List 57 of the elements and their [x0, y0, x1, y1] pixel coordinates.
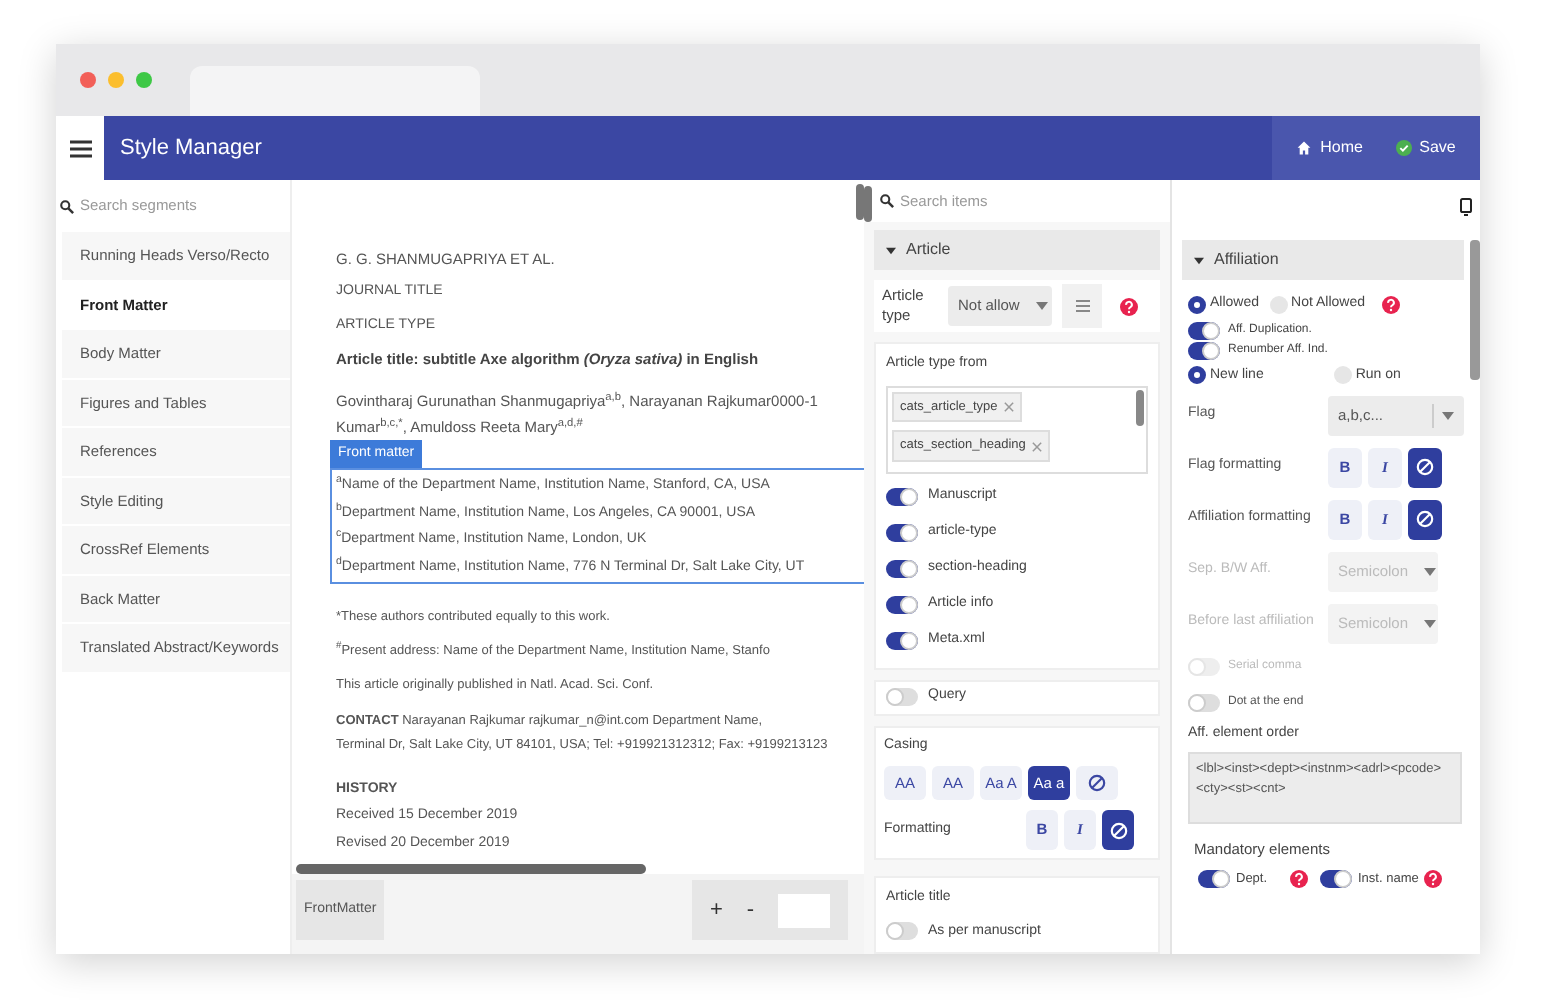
list-button[interactable] [1062, 284, 1102, 328]
radio-button[interactable] [1188, 366, 1206, 385]
no-format-icon [1109, 821, 1127, 839]
check-circle-icon [1395, 140, 1412, 156]
scrollbar[interactable] [864, 186, 872, 222]
zoom-out-button[interactable]: - [746, 893, 755, 927]
toggle-switch[interactable] [886, 632, 918, 650]
help-icon [1424, 870, 1443, 889]
scrollbar[interactable] [856, 184, 864, 220]
scrollbar[interactable] [296, 864, 646, 874]
radio-button[interactable] [1333, 366, 1352, 385]
search-icon [60, 199, 74, 213]
caret-icon [1424, 567, 1437, 575]
app-title: Style Manager [120, 133, 262, 164]
radio-button[interactable] [1188, 295, 1206, 314]
list-icon [1075, 300, 1089, 312]
toggle-switch[interactable] [1188, 694, 1220, 712]
no-format-button[interactable] [1408, 499, 1442, 539]
toggle-switch[interactable] [1188, 321, 1220, 339]
toggle-switch[interactable] [1320, 870, 1352, 889]
caret-icon [1442, 411, 1454, 419]
caret-icon [1424, 619, 1437, 627]
toggle-switch[interactable] [1188, 341, 1220, 359]
scrollbar[interactable] [1470, 240, 1480, 380]
help-icon [1290, 870, 1308, 889]
no-format-icon [1416, 510, 1434, 528]
no-format-icon [1416, 458, 1434, 476]
caret-icon [1035, 302, 1048, 310]
help-icon [1382, 295, 1401, 314]
home-button[interactable]: Home [1296, 136, 1363, 160]
toggle-switch[interactable] [1198, 870, 1230, 889]
save-button[interactable]: Save [1395, 136, 1456, 160]
mobile-device-icon[interactable] [1460, 197, 1472, 215]
help-icon [1120, 297, 1138, 315]
zoom-in-button[interactable]: + [709, 893, 723, 927]
no-format-button[interactable] [1408, 447, 1442, 487]
toggle-switch[interactable] [886, 596, 918, 614]
no-format-icon [1088, 774, 1106, 792]
remove-icon[interactable] [1003, 401, 1014, 412]
section-header[interactable]: Article [874, 230, 1160, 270]
section-header[interactable]: Affiliation [1182, 240, 1464, 280]
radio-button[interactable] [1269, 295, 1288, 314]
toggle-switch[interactable] [886, 560, 918, 578]
search-icon [880, 194, 894, 208]
toggle-switch[interactable] [886, 922, 918, 941]
caret-down-icon [886, 245, 896, 255]
caret-down-icon [1194, 255, 1204, 265]
scrollbar[interactable] [1136, 389, 1144, 425]
toggle-switch[interactable] [886, 688, 918, 706]
home-icon [1296, 140, 1313, 156]
zoom-field[interactable] [777, 893, 830, 927]
menu-icon[interactable] [69, 139, 91, 157]
toggle-switch[interactable] [886, 488, 918, 506]
toggle-switch[interactable] [886, 524, 918, 542]
no-format-button[interactable] [1102, 810, 1134, 850]
no-format-button[interactable] [1076, 766, 1118, 800]
remove-icon[interactable] [1031, 441, 1042, 452]
